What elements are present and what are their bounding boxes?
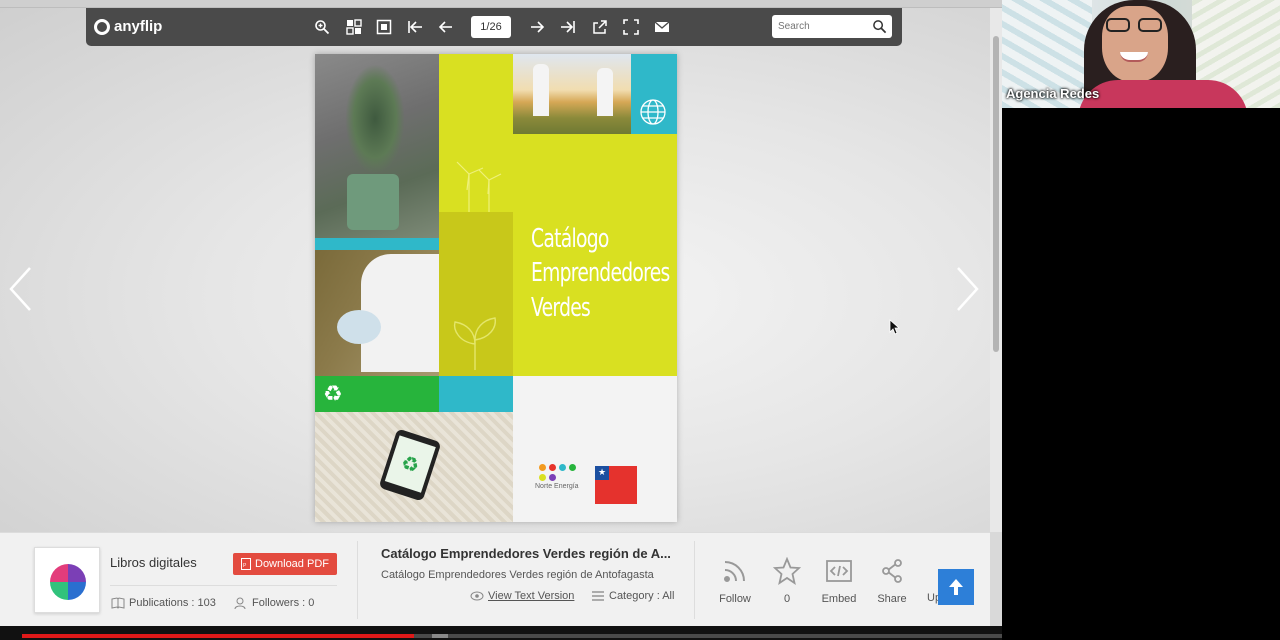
star-icon xyxy=(773,557,801,585)
like-button[interactable]: 0 xyxy=(764,557,810,605)
book-title-line-1: Catálogo xyxy=(531,224,609,254)
globe-block xyxy=(631,54,677,134)
book-title: Catálogo Emprendedores Verdes xyxy=(531,222,670,325)
share-icon[interactable] xyxy=(590,17,610,37)
played-segment xyxy=(22,634,414,638)
title-block: Catálogo Emprendedores Verdes xyxy=(513,134,677,376)
norte-energia-logo: Norte Energía xyxy=(535,464,583,494)
teal-square xyxy=(439,376,513,412)
email-icon[interactable] xyxy=(652,17,672,37)
scrollbar-thumb[interactable] xyxy=(993,36,999,352)
vertical-scrollbar[interactable] xyxy=(990,8,1002,532)
mouse-cursor-icon xyxy=(889,319,901,335)
book-icon xyxy=(111,597,125,609)
sponsor-logos: Norte Energía ★ xyxy=(513,376,677,522)
leaf-block xyxy=(439,212,513,376)
chevron-left-icon xyxy=(9,267,31,311)
glasses xyxy=(1106,18,1164,32)
category-filter[interactable]: Category : All xyxy=(592,590,674,602)
eye-icon xyxy=(470,591,484,601)
publisher-avatar[interactable] xyxy=(34,547,100,613)
share-label: Share xyxy=(877,593,907,605)
follow-button[interactable]: Follow xyxy=(712,557,758,605)
thumbnails-icon[interactable] xyxy=(344,17,364,37)
video-progress-bar[interactable] xyxy=(0,626,1002,640)
download-pdf-button[interactable]: P Download PDF xyxy=(233,553,337,575)
share-button[interactable]: Share xyxy=(869,557,915,605)
brand-name: anyflip xyxy=(114,18,163,35)
norte-energia-caption: Norte Energía xyxy=(535,483,579,490)
follow-label: Follow xyxy=(719,593,751,605)
divider xyxy=(110,585,337,586)
book-cover-page[interactable]: ♻ ♻ Catálogo Emprendedores Verdes Norte … xyxy=(315,54,677,522)
category-label: Category : All xyxy=(609,590,675,602)
wind-turbine-icon xyxy=(456,161,502,212)
globe-icon xyxy=(640,99,666,125)
embed-code-icon xyxy=(826,560,852,582)
publisher-logo-icon xyxy=(50,564,86,600)
book-title-line-2: Emprendedores xyxy=(531,258,670,289)
publications-count[interactable]: Publications : 103 xyxy=(111,597,216,609)
search-box xyxy=(772,15,892,38)
chevron-right-icon xyxy=(957,267,979,311)
share-nodes-icon xyxy=(882,559,902,583)
government-logo: ★ xyxy=(595,466,637,504)
last-page-icon[interactable] xyxy=(558,17,578,37)
single-page-icon[interactable] xyxy=(374,17,394,37)
wind-turbine-block xyxy=(439,54,513,212)
arrow-up-icon xyxy=(949,579,963,595)
like-count: 0 xyxy=(783,593,791,605)
publisher-name[interactable]: Libros digitales xyxy=(110,555,197,570)
previous-page-arrow[interactable] xyxy=(8,266,34,312)
zoom-in-icon[interactable] xyxy=(312,17,332,37)
next-page-icon[interactable] xyxy=(527,17,547,37)
recycle-icon: ♻ xyxy=(384,435,436,493)
rss-icon xyxy=(724,561,745,582)
volunteer-photo xyxy=(315,250,439,376)
browser-tab-strip xyxy=(0,0,1002,8)
fullscreen-icon[interactable] xyxy=(621,17,641,37)
scroll-to-top-button[interactable] xyxy=(938,569,974,605)
leaf-icon xyxy=(453,317,496,370)
document-title: Catálogo Emprendedores Verdes región de … xyxy=(381,546,671,561)
divider xyxy=(357,541,358,619)
search-icon[interactable] xyxy=(872,19,887,34)
publication-info-panel: Libros digitales P Download PDF Publicat… xyxy=(0,532,990,626)
view-text-version-link[interactable]: View Text Version xyxy=(470,590,574,602)
document-subtitle: Catálogo Emprendedores Verdes región de … xyxy=(381,569,654,581)
plant-photo xyxy=(315,54,439,238)
video-frame: anyflip 1/26 Search ♻ ♻ Catálogo Emprend… xyxy=(0,0,1002,640)
webcam-feed: Agencia Redes xyxy=(1002,0,1280,108)
anyflip-logo-icon xyxy=(94,18,110,35)
svg-text:P: P xyxy=(243,563,247,569)
followers-count[interactable]: Followers : 0 xyxy=(234,597,314,609)
divider xyxy=(694,541,695,619)
book-title-line-3: Verdes xyxy=(531,292,591,323)
page-number-input[interactable]: 1/26 xyxy=(471,16,511,38)
anyflip-logo[interactable]: anyflip xyxy=(94,18,162,35)
download-pdf-label: Download PDF xyxy=(255,558,329,570)
previous-page-icon[interactable] xyxy=(436,17,456,37)
buffered-segment xyxy=(432,634,448,638)
view-text-version-label: View Text Version xyxy=(488,590,575,602)
progress-track[interactable] xyxy=(22,634,1002,638)
followers-label: Followers : 0 xyxy=(252,597,315,609)
first-page-icon[interactable] xyxy=(405,17,425,37)
embed-label: Embed xyxy=(821,593,857,605)
next-page-arrow[interactable] xyxy=(954,266,980,312)
user-icon xyxy=(234,597,246,609)
pdf-icon: P xyxy=(241,558,251,570)
embed-button[interactable]: Embed xyxy=(816,557,862,605)
teal-strip xyxy=(315,238,439,250)
participant-name: Agencia Redes xyxy=(1006,86,1100,101)
field-photo xyxy=(513,54,631,134)
phone-on-bag-photo: ♻ xyxy=(315,412,513,522)
star-icon: ★ xyxy=(598,467,607,477)
viewer-toolbar: anyflip 1/26 xyxy=(86,8,902,46)
recycle-block: ♻ xyxy=(315,376,439,412)
search-input[interactable] xyxy=(772,15,868,38)
list-icon xyxy=(592,591,604,601)
publications-label: Publications : 103 xyxy=(129,597,216,609)
recycle-icon: ♻ xyxy=(323,381,343,406)
